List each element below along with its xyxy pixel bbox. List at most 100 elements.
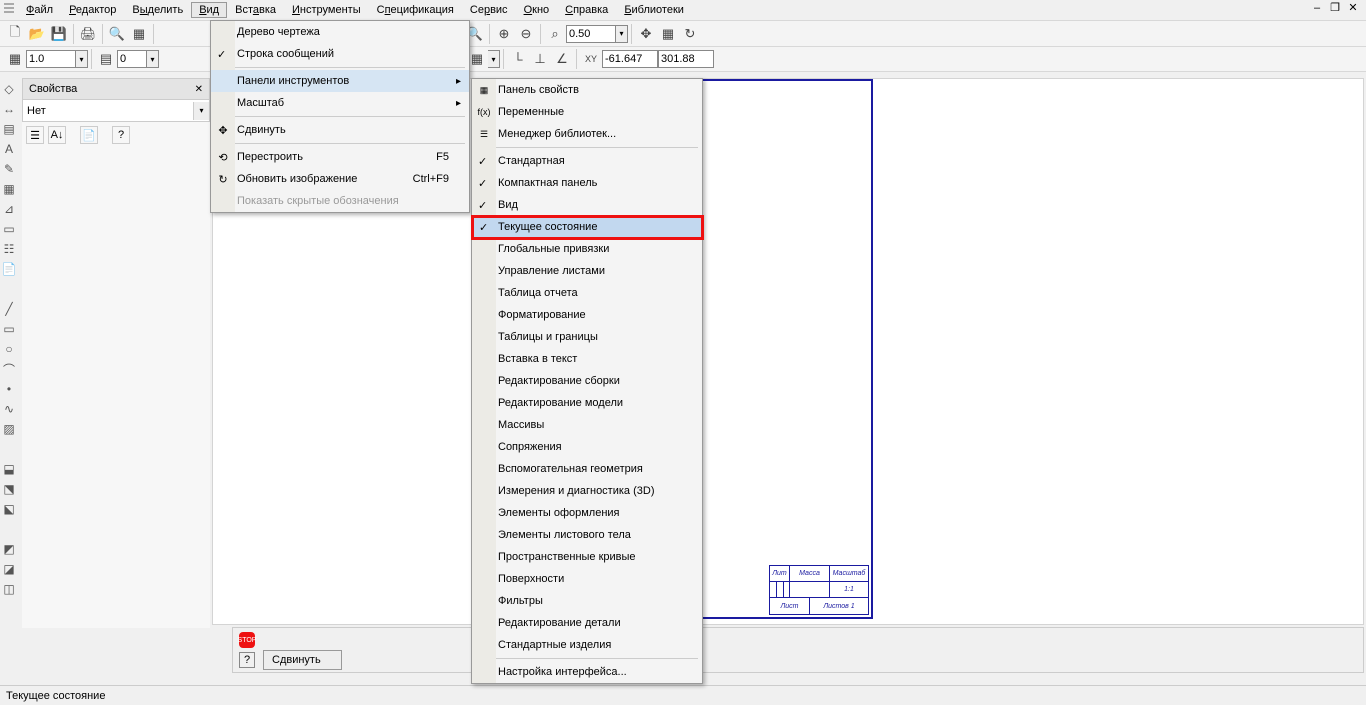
pan-command-button[interactable]: Сдвинуть xyxy=(263,650,342,670)
panels-menu-item[interactable]: Глобальные привязки xyxy=(472,238,702,260)
window-restore-button[interactable]: ❐ xyxy=(1328,2,1342,16)
open-file-icon[interactable]: 📂 xyxy=(26,23,48,45)
tool-measure-icon[interactable]: ⊿ xyxy=(0,200,18,218)
tool-extra3-icon[interactable]: ⬕ xyxy=(0,500,18,518)
view-menu-item[interactable]: ⟲ПерестроитьF5 xyxy=(211,146,469,168)
menu-библиотеки[interactable]: Библиотеки xyxy=(616,2,692,18)
zoom-in-icon[interactable]: ⊕ xyxy=(493,23,515,45)
tool-edit-icon[interactable]: ✎ xyxy=(0,160,18,178)
tool-icon[interactable]: ▦ xyxy=(128,23,150,45)
panels-menu-item[interactable]: Форматирование xyxy=(472,304,702,326)
ortho-icon[interactable]: └ xyxy=(507,48,529,70)
help-icon[interactable]: ? xyxy=(239,652,255,668)
state-icon[interactable]: ▦ xyxy=(4,48,26,70)
refresh-icon[interactable]: ↻ xyxy=(679,23,701,45)
panels-menu-item[interactable]: Стандартные изделия xyxy=(472,634,702,656)
tool-report-icon[interactable]: 📄 xyxy=(0,260,18,278)
tool-extra5-icon[interactable]: ◪ xyxy=(0,560,18,578)
prop-help-icon[interactable]: ? xyxy=(112,126,130,144)
coord-x-input[interactable] xyxy=(602,50,658,68)
tool-fill-icon[interactable]: ▨ xyxy=(0,420,18,438)
tool-arc-icon[interactable]: ⌒ xyxy=(0,360,18,378)
tool-dimension-icon[interactable]: ↔ xyxy=(0,100,18,118)
tool-hatch-icon[interactable]: ▤ xyxy=(0,120,18,138)
prop-categorize-icon[interactable]: ☰ xyxy=(26,126,44,144)
coord-y-input[interactable] xyxy=(658,50,714,68)
coords-icon[interactable]: XY xyxy=(580,48,602,70)
view-menu-item[interactable]: Дерево чертежа xyxy=(211,21,469,43)
zoom-dropdown-icon[interactable]: ▾ xyxy=(616,25,628,43)
save-icon[interactable]: 💾 xyxy=(48,23,70,45)
panels-menu-item[interactable]: Таблицы и границы xyxy=(472,326,702,348)
panels-menu-item[interactable]: ✓Стандартная xyxy=(472,150,702,172)
panels-menu-item[interactable]: Элементы листового тела xyxy=(472,524,702,546)
tool-extra2-icon[interactable]: ⬔ xyxy=(0,480,18,498)
properties-close-icon[interactable]: ✕ xyxy=(195,84,203,95)
snap-perp-icon[interactable]: ⊥ xyxy=(529,48,551,70)
menu-инструменты[interactable]: Инструменты xyxy=(284,2,369,18)
panels-menu-item[interactable]: Настройка интерфейса... xyxy=(472,661,702,683)
panels-menu-item[interactable]: ☰Менеджер библиотек... xyxy=(472,123,702,145)
menu-окно[interactable]: Окно xyxy=(516,2,558,18)
menu-вид[interactable]: Вид xyxy=(191,2,227,18)
panels-menu-item[interactable]: Вставка в текст xyxy=(472,348,702,370)
panels-menu-item[interactable]: Редактирование сборки xyxy=(472,370,702,392)
view-menu-item[interactable]: ✓Строка сообщений xyxy=(211,43,469,65)
panels-menu-item[interactable]: Поверхности xyxy=(472,568,702,590)
print-icon[interactable]: 🖨 xyxy=(77,23,99,45)
panels-menu-item[interactable]: Сопряжения xyxy=(472,436,702,458)
menu-справка[interactable]: Справка xyxy=(557,2,616,18)
menu-drag-handle[interactable] xyxy=(4,3,14,15)
menu-спецификация[interactable]: Спецификация xyxy=(369,2,462,18)
tool-params-icon[interactable]: ▦ xyxy=(0,180,18,198)
panels-menu-item[interactable]: Элементы оформления xyxy=(472,502,702,524)
tool-extra1-icon[interactable]: ⬓ xyxy=(0,460,18,478)
tool-select-icon[interactable]: ▭ xyxy=(0,220,18,238)
tool-geometry-icon[interactable]: ◇ xyxy=(0,80,18,98)
tool-spline-icon[interactable]: ∿ xyxy=(0,400,18,418)
scale-dropdown-icon[interactable]: ▾ xyxy=(76,50,88,68)
grid-dropdown-icon[interactable]: ▾ xyxy=(488,50,500,68)
tool-extra4-icon[interactable]: ◩ xyxy=(0,540,18,558)
prop-alpha-icon[interactable]: A↓ xyxy=(48,126,66,144)
properties-object-input[interactable] xyxy=(23,102,193,120)
view-menu-item[interactable]: ↻Обновить изображениеCtrl+F9 xyxy=(211,168,469,190)
snap-icon[interactable]: ▦ xyxy=(657,23,679,45)
panels-menu-item[interactable]: Измерения и диагностика (3D) xyxy=(472,480,702,502)
tool-rect-icon[interactable]: ▭ xyxy=(0,320,18,338)
menu-редактор[interactable]: Редактор xyxy=(61,2,124,18)
panels-menu-item[interactable]: ✓Текущее состояние xyxy=(472,216,702,238)
snap-angle-icon[interactable]: ∠ xyxy=(551,48,573,70)
view-menu-item[interactable]: ✥Сдвинуть xyxy=(211,119,469,141)
window-minimize-button[interactable]: – xyxy=(1310,2,1324,16)
panels-menu-item[interactable]: ✓Компактная панель xyxy=(472,172,702,194)
panels-menu-item[interactable]: Редактирование модели xyxy=(472,392,702,414)
tool-extra6-icon[interactable]: ◫ xyxy=(0,580,18,598)
stop-icon[interactable]: STOP xyxy=(239,632,255,648)
menu-выделить[interactable]: Выделить xyxy=(124,2,191,18)
tool-point-icon[interactable]: • xyxy=(0,380,18,398)
tool-circle-icon[interactable]: ○ xyxy=(0,340,18,358)
tool-line-icon[interactable]: ╱ xyxy=(0,300,18,318)
new-file-icon[interactable]: 🗋 xyxy=(4,23,26,45)
pan-icon[interactable]: ✥ xyxy=(635,23,657,45)
zoom-window-icon[interactable]: ⌕ xyxy=(544,23,566,45)
zoom-out-icon[interactable]: ⊖ xyxy=(515,23,537,45)
panels-menu-item[interactable]: ▦Панель свойств xyxy=(472,79,702,101)
panels-menu-item[interactable]: Массивы xyxy=(472,414,702,436)
tool-text-icon[interactable]: A xyxy=(0,140,18,158)
panels-menu-item[interactable]: Редактирование детали xyxy=(472,612,702,634)
panels-menu-item[interactable]: Управление листами xyxy=(472,260,702,282)
panels-menu-item[interactable]: Вспомогательная геометрия xyxy=(472,458,702,480)
menu-вставка[interactable]: Вставка xyxy=(227,2,284,18)
panels-menu-item[interactable]: ✓Вид xyxy=(472,194,702,216)
layer-icon[interactable]: ▤ xyxy=(95,48,117,70)
menu-файл[interactable]: Файл xyxy=(18,2,61,18)
panels-menu-item[interactable]: Пространственные кривые xyxy=(472,546,702,568)
view-menu-item[interactable]: Масштаб▸ xyxy=(211,92,469,114)
step-input[interactable] xyxy=(117,50,147,68)
preview-icon[interactable]: 🔍 xyxy=(106,23,128,45)
view-menu-item[interactable]: Панели инструментов▸ xyxy=(211,70,469,92)
panels-menu-item[interactable]: Фильтры xyxy=(472,590,702,612)
window-close-button[interactable]: ✕ xyxy=(1346,2,1360,16)
